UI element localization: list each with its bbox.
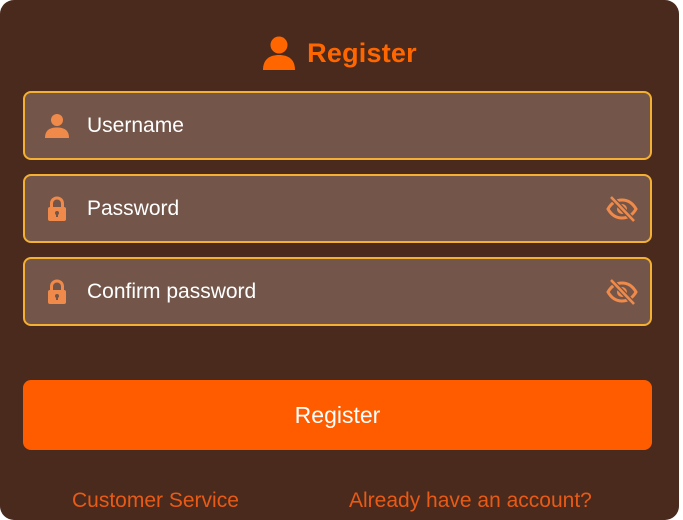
confirm-password-input[interactable] — [87, 259, 587, 324]
register-button[interactable]: Register — [23, 380, 652, 450]
register-panel: Register Username Register Customer Serv… — [0, 0, 679, 520]
login-link[interactable]: Already have an account? — [349, 489, 592, 513]
password-input[interactable] — [87, 176, 587, 241]
register-header: Register — [0, 34, 679, 72]
confirm-password-field[interactable] — [23, 257, 652, 326]
eye-slash-icon[interactable] — [606, 194, 638, 224]
lock-icon — [48, 196, 66, 221]
username-field[interactable] — [23, 91, 652, 160]
page-title: Register — [307, 37, 417, 68]
user-icon — [45, 114, 69, 138]
eye-slash-icon[interactable] — [606, 277, 638, 307]
lock-icon — [48, 279, 66, 304]
password-field[interactable] — [23, 174, 652, 243]
username-input[interactable] — [87, 93, 587, 158]
user-icon — [263, 36, 296, 70]
customer-service-link[interactable]: Customer Service — [72, 489, 239, 513]
